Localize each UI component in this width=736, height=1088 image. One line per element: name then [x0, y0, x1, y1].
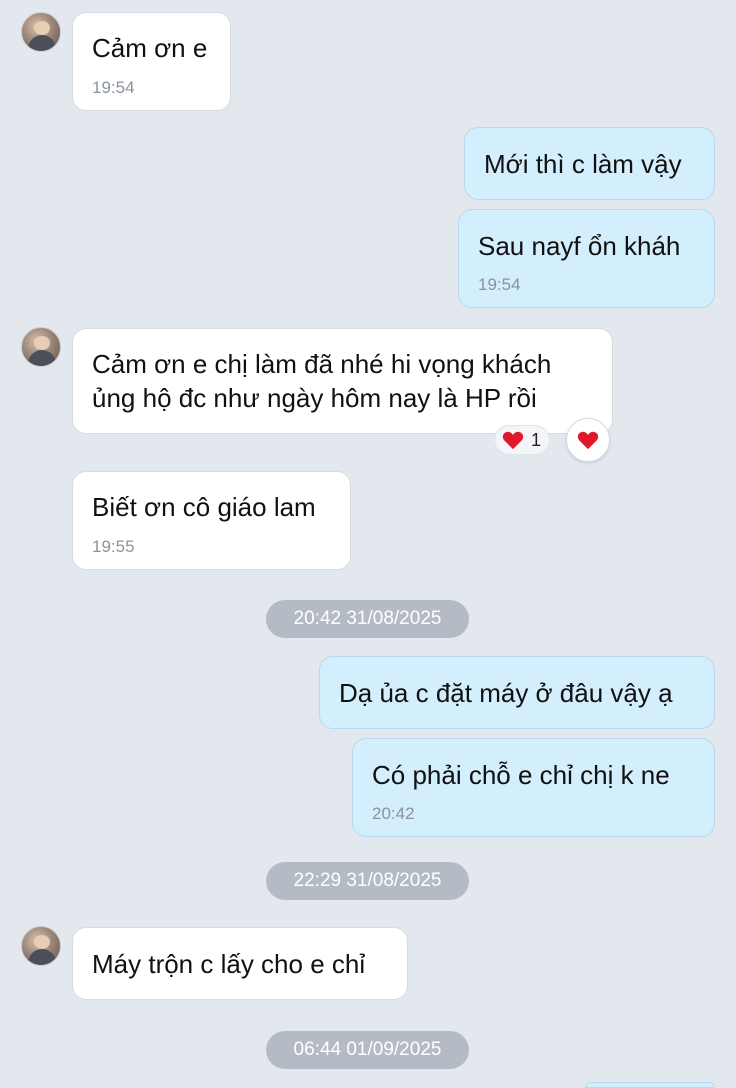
message-bubble-outgoing[interactable]: Có phải chỗ e chỉ chị k ne 20:42: [352, 738, 715, 837]
date-separator: 22:29 31/08/2025: [266, 862, 469, 900]
reaction-summary[interactable]: 1: [494, 425, 550, 455]
message-time: 19:55: [92, 537, 135, 556]
reaction-count: 1: [531, 430, 542, 450]
message-text-line: ủng hộ đc như ngày hôm nay là HP rồi: [92, 383, 537, 413]
message-text-line: Cảm ơn e chị làm đã nhé hi vọng khách: [92, 349, 552, 379]
message-bubble-incoming[interactable]: Máy trộn c lấy cho e chỉ: [72, 927, 408, 1000]
avatar-figure-body: [28, 35, 56, 51]
avatar-figure: [34, 21, 50, 35]
message-bubble-outgoing[interactable]: Dạ ủa c đặt máy ở đâu vậy ạ: [319, 656, 715, 729]
message-time: 19:54: [478, 275, 521, 294]
avatar-figure: [34, 336, 50, 350]
message-bubble-outgoing-partial[interactable]: [585, 1082, 715, 1088]
message-time: 20:42: [372, 804, 415, 823]
message-bubble-incoming[interactable]: Biết ơn cô giáo lam 19:55: [72, 471, 351, 570]
message-text: Máy trộn c lấy cho e chỉ: [92, 949, 366, 979]
contact-avatar[interactable]: [21, 926, 61, 966]
message-bubble-incoming[interactable]: Cảm ơn e chị làm đã nhé hi vọng khách ủn…: [72, 328, 613, 434]
avatar-figure-body: [28, 949, 56, 965]
date-separator: 06:44 01/09/2025: [266, 1031, 469, 1069]
message-text: Mới thì c làm vậy: [484, 149, 682, 179]
message-text: Dạ ủa c đặt máy ở đâu vậy ạ: [339, 678, 673, 708]
message-time: 19:54: [92, 78, 135, 97]
message-text: Biết ơn cô giáo lam: [92, 492, 316, 522]
message-bubble-outgoing[interactable]: Mới thì c làm vậy: [464, 127, 715, 200]
contact-avatar[interactable]: [21, 327, 61, 367]
message-bubble-incoming[interactable]: Cảm ơn e 19:54: [72, 12, 231, 111]
message-text: Cảm ơn e: [92, 33, 208, 63]
heart-icon: [502, 431, 524, 450]
date-separator: 20:42 31/08/2025: [266, 600, 469, 638]
message-text: Có phải chỗ e chỉ chị k ne: [372, 760, 670, 790]
heart-icon: [577, 431, 599, 450]
message-bubble-outgoing[interactable]: Sau nayf ổn kháh 19:54: [458, 209, 715, 308]
avatar-figure: [34, 935, 50, 949]
contact-avatar[interactable]: [21, 12, 61, 52]
message-text: Sau nayf ổn kháh: [478, 231, 681, 261]
add-reaction-button[interactable]: [566, 418, 610, 462]
avatar-figure-body: [28, 350, 56, 366]
